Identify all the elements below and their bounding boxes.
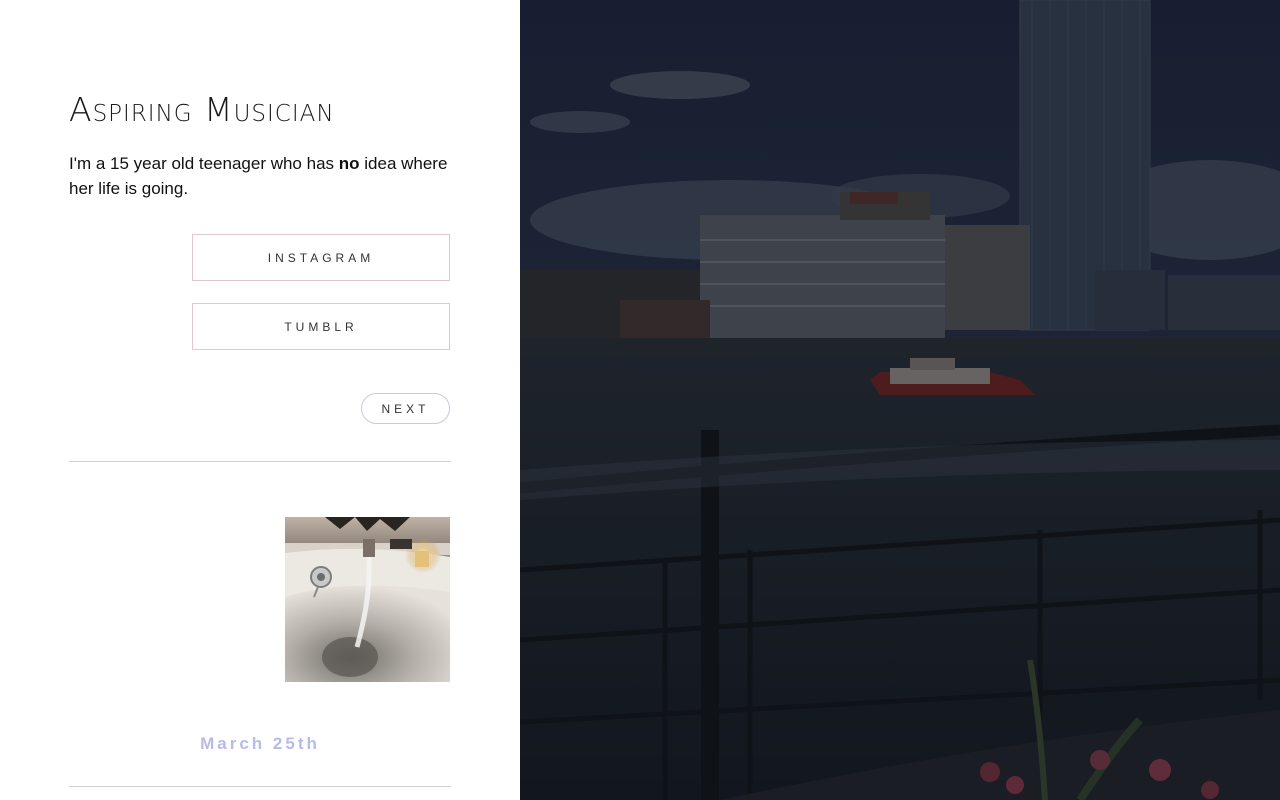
next-page-button[interactable]: NEXT — [361, 393, 450, 424]
blog-title[interactable]: Aspiring Musician — [69, 88, 335, 132]
divider — [69, 461, 451, 462]
blog-description: I'm a 15 year old teenager who has no id… — [69, 151, 459, 201]
description-emphasis: no — [338, 154, 360, 173]
river-city-photo — [520, 0, 1280, 800]
divider — [69, 786, 451, 787]
tumblr-button[interactable]: TUMBLR — [192, 303, 450, 350]
sidebar: Aspiring Musician I'm a 15 year old teen… — [0, 0, 520, 800]
bathtub-photo — [285, 517, 450, 682]
post-date[interactable]: March 25th — [69, 734, 451, 754]
background-photo — [520, 0, 1280, 800]
post-photo[interactable] — [285, 517, 450, 682]
description-text-start: I'm a 15 year old teenager who has — [69, 154, 339, 173]
instagram-button[interactable]: INSTAGRAM — [192, 234, 450, 281]
